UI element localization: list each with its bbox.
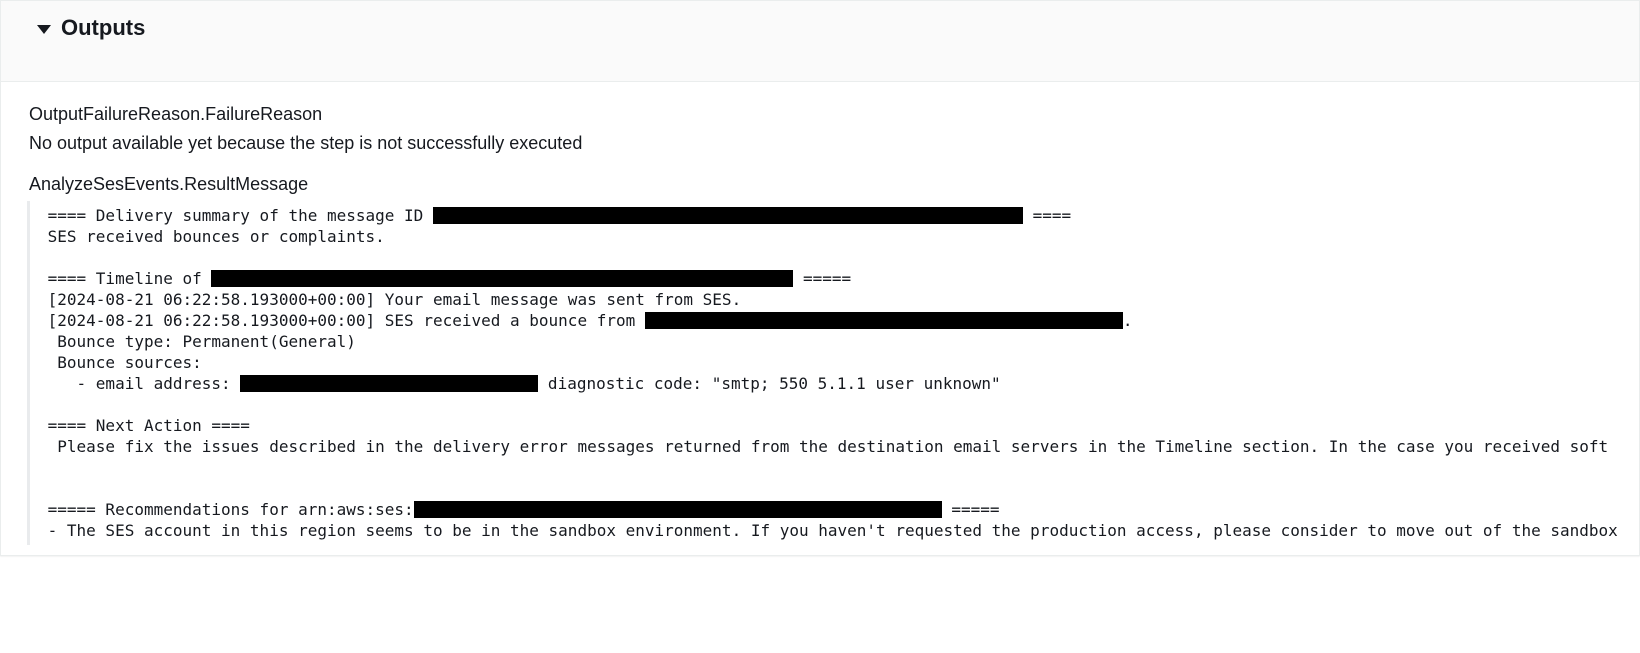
line: . [1123,311,1133,330]
caret-down-icon [37,25,51,34]
line: - email address: [38,374,240,393]
line: ==== [1023,206,1071,225]
outputs-panel: Outputs OutputFailureReason.FailureReaso… [0,0,1640,556]
line: ===== [793,269,851,288]
redacted-email-address [240,375,538,392]
line: diagnostic code: "smtp; 550 5.1.1 user u… [538,374,1000,393]
outputs-body: OutputFailureReason.FailureReason No out… [1,82,1639,555]
result-message-pre: ==== Delivery summary of the message ID … [38,205,1619,541]
line: [2024-08-21 06:22:58.193000+00:00] SES r… [38,311,645,330]
outputs-title: Outputs [61,15,145,41]
line: ===== Recommendations for arn:aws:ses: [38,500,414,519]
line [38,458,48,477]
line [38,479,48,498]
line: ===== [942,500,1000,519]
line: [2024-08-21 06:22:58.193000+00:00] Your … [38,290,741,309]
output-failure-message: No output available yet because the step… [29,133,1619,154]
line [38,248,48,267]
outputs-header[interactable]: Outputs [1,1,1639,82]
line: - The SES account in this region seems t… [38,521,1619,540]
output-result-key: AnalyzeSesEvents.ResultMessage [29,174,1619,195]
line: Bounce type: Permanent(General) [38,332,356,351]
redacted-timeline-id [211,270,793,287]
redacted-arn [414,501,942,518]
line: SES received bounces or complaints. [38,227,385,246]
line: ==== Next Action ==== [38,416,250,435]
output-failure-key: OutputFailureReason.FailureReason [29,104,1619,125]
redacted-message-id [433,207,1023,224]
line: Please fix the issues described in the d… [38,437,1619,456]
line [38,395,48,414]
redacted-bounce-source [645,312,1123,329]
result-message-scroll[interactable]: ==== Delivery summary of the message ID … [27,201,1619,545]
line: ==== Timeline of [38,269,211,288]
line: Bounce sources: [38,353,202,372]
line: ==== Delivery summary of the message ID [38,206,433,225]
